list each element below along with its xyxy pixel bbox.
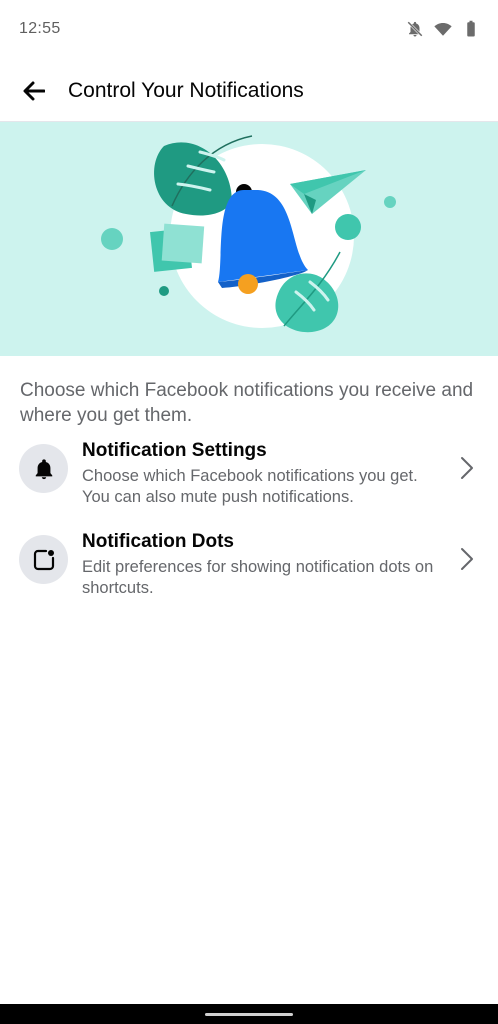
- system-nav-bar: [0, 1004, 498, 1024]
- back-button[interactable]: [16, 74, 52, 108]
- app-bar: Control Your Notifications: [0, 60, 498, 122]
- hero-illustration: [0, 122, 498, 356]
- notification-settings-description: Choose which Facebook notifications you …: [82, 467, 418, 506]
- page-title: Control Your Notifications: [68, 79, 304, 102]
- arrow-left-icon: [23, 81, 45, 101]
- notification-dots-description: Edit preferences for showing notificatio…: [82, 558, 434, 597]
- battery-icon: [462, 20, 480, 38]
- notification-settings-row[interactable]: Notification Settings Choose which Faceb…: [0, 440, 498, 526]
- notification-dot-icon: [19, 535, 68, 584]
- notification-settings-title: Notification Settings: [82, 440, 267, 461]
- status-bar: 12:55: [0, 0, 498, 60]
- wifi-icon: [434, 20, 452, 38]
- bell-icon: [19, 444, 68, 493]
- status-icons: [406, 20, 480, 38]
- status-time: 12:55: [19, 20, 61, 37]
- notification-dots-row[interactable]: Notification Dots Edit preferences for s…: [0, 531, 498, 617]
- chevron-right-icon: [461, 457, 473, 479]
- intro-text: Choose which Facebook notifications you …: [20, 380, 474, 426]
- chevron-right-icon: [461, 548, 473, 570]
- home-handle[interactable]: [205, 1013, 293, 1016]
- notifications-off-icon: [406, 20, 424, 38]
- notification-dots-title: Notification Dots: [82, 531, 234, 552]
